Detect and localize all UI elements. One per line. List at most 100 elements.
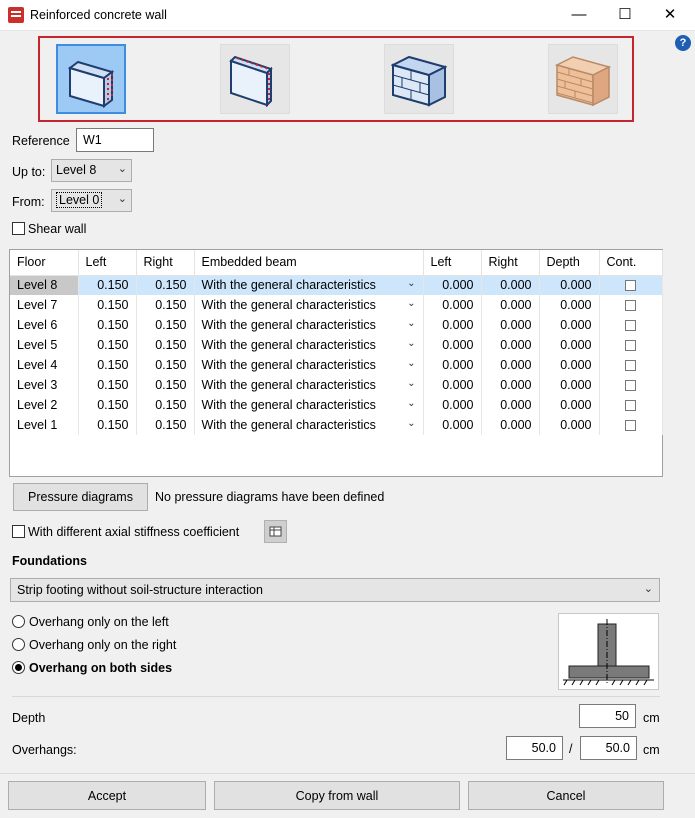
table-row[interactable]: Level 7 0.150 0.150 With the general charac… bbox=[10, 295, 663, 315]
chevron-down-icon[interactable]: ⌄ bbox=[407, 378, 415, 389]
right-thickness-cell[interactable]: 0.150 bbox=[136, 355, 195, 375]
depth-cell[interactable]: 0.000 bbox=[539, 415, 600, 435]
beam-right-cell[interactable]: 0.000 bbox=[481, 295, 540, 315]
beam-right-cell[interactable]: 0.000 bbox=[481, 275, 540, 295]
left-thickness-cell[interactable]: 0.150 bbox=[78, 315, 137, 335]
overhang-right-radio[interactable] bbox=[12, 638, 25, 651]
chevron-down-icon[interactable]: ⌄ bbox=[407, 278, 415, 289]
minimize-button[interactable]: — bbox=[564, 4, 594, 26]
depth-cell[interactable]: 0.000 bbox=[539, 355, 600, 375]
table-row[interactable]: Level 5 0.150 0.150 With the general charac… bbox=[10, 335, 663, 355]
floor-cell[interactable]: Level 4 bbox=[10, 355, 79, 375]
right-thickness-cell[interactable]: 0.150 bbox=[136, 295, 195, 315]
embedded-beam-cell[interactable]: With the general characteristics ⌄ bbox=[194, 415, 424, 435]
close-button[interactable]: ✕ bbox=[655, 4, 685, 26]
beam-left-cell[interactable]: 0.000 bbox=[423, 355, 482, 375]
foundation-type-select[interactable]: Strip footing without soil-structure int… bbox=[10, 578, 660, 602]
axial-stiffness-checkbox[interactable] bbox=[12, 525, 25, 538]
beam-left-cell[interactable]: 0.000 bbox=[423, 275, 482, 295]
accept-button[interactable]: Accept bbox=[8, 781, 206, 810]
copy-from-wall-button[interactable]: Copy from wall bbox=[214, 781, 460, 810]
chevron-down-icon[interactable]: ⌄ bbox=[407, 338, 415, 349]
overhang-left-input[interactable]: 50.0 bbox=[506, 736, 563, 760]
axial-stiffness-edit-button[interactable] bbox=[264, 520, 287, 543]
embedded-beam-cell[interactable]: With the general characteristics ⌄ bbox=[194, 395, 424, 415]
from-select[interactable]: Level 0 ⌄ bbox=[51, 189, 132, 212]
floor-cell[interactable]: Level 3 bbox=[10, 375, 79, 395]
cont-checkbox[interactable] bbox=[625, 400, 636, 412]
cont-checkbox[interactable] bbox=[625, 420, 636, 432]
floor-cell[interactable]: Level 5 bbox=[10, 335, 79, 355]
cont-checkbox[interactable] bbox=[625, 360, 636, 372]
table-row[interactable]: Level 1 0.150 0.150 With the general charac… bbox=[10, 415, 663, 435]
table-row[interactable]: Level 2 0.150 0.150 With the general charac… bbox=[10, 395, 663, 415]
floor-cell[interactable]: Level 8 bbox=[10, 275, 79, 295]
maximize-button[interactable]: ☐ bbox=[610, 4, 640, 26]
table-row[interactable]: Level 8 0.150 0.150 With the general charac… bbox=[10, 275, 663, 295]
up-to-select[interactable]: Level 8 ⌄ bbox=[51, 159, 132, 182]
beam-right-cell[interactable]: 0.000 bbox=[481, 375, 540, 395]
left-thickness-cell[interactable]: 0.150 bbox=[78, 415, 137, 435]
cont-checkbox[interactable] bbox=[625, 380, 636, 392]
cont-checkbox[interactable] bbox=[625, 300, 636, 312]
table-row[interactable]: Level 6 0.150 0.150 With the general charac… bbox=[10, 315, 663, 335]
embedded-beam-cell[interactable]: With the general characteristics ⌄ bbox=[194, 275, 424, 295]
right-thickness-cell[interactable]: 0.150 bbox=[136, 275, 195, 295]
brick-masonry-wall-type-button[interactable] bbox=[548, 44, 618, 114]
beam-right-cell[interactable]: 0.000 bbox=[481, 395, 540, 415]
right-thickness-cell[interactable]: 0.150 bbox=[136, 415, 195, 435]
chevron-down-icon[interactable]: ⌄ bbox=[407, 418, 415, 429]
right-thickness-cell[interactable]: 0.150 bbox=[136, 395, 195, 415]
right-thickness-cell[interactable]: 0.150 bbox=[136, 375, 195, 395]
floor-cell[interactable]: Level 7 bbox=[10, 295, 79, 315]
depth-cell[interactable]: 0.000 bbox=[539, 315, 600, 335]
overhang-both-radio[interactable] bbox=[12, 661, 25, 674]
beam-right-cell[interactable]: 0.000 bbox=[481, 415, 540, 435]
beam-left-cell[interactable]: 0.000 bbox=[423, 415, 482, 435]
depth-cell[interactable]: 0.000 bbox=[539, 275, 600, 295]
table-row[interactable]: Level 4 0.150 0.150 With the general charac… bbox=[10, 355, 663, 375]
column-header[interactable]: Depth bbox=[539, 250, 600, 276]
column-header[interactable]: Floor bbox=[10, 250, 79, 276]
depth-cell[interactable]: 0.000 bbox=[539, 335, 600, 355]
left-thickness-cell[interactable]: 0.150 bbox=[78, 275, 137, 295]
cont-checkbox[interactable] bbox=[625, 320, 636, 332]
column-header[interactable]: Embedded beam bbox=[194, 250, 424, 276]
pressure-diagrams-button[interactable]: Pressure diagrams bbox=[13, 483, 148, 511]
beam-right-cell[interactable]: 0.000 bbox=[481, 355, 540, 375]
right-thickness-cell[interactable]: 0.150 bbox=[136, 315, 195, 335]
beam-left-cell[interactable]: 0.000 bbox=[423, 295, 482, 315]
beam-left-cell[interactable]: 0.000 bbox=[423, 315, 482, 335]
chevron-down-icon[interactable]: ⌄ bbox=[407, 358, 415, 369]
beam-right-cell[interactable]: 0.000 bbox=[481, 335, 540, 355]
column-header[interactable]: Left bbox=[78, 250, 137, 276]
reference-input[interactable]: W1 bbox=[76, 128, 154, 152]
reinforced-concrete-wall-type-button[interactable] bbox=[56, 44, 126, 114]
depth-cell[interactable]: 0.000 bbox=[539, 295, 600, 315]
column-header[interactable]: Right bbox=[136, 250, 195, 276]
shear-wall-checkbox[interactable] bbox=[12, 222, 25, 235]
cont-checkbox[interactable] bbox=[625, 280, 636, 292]
floor-cell[interactable]: Level 2 bbox=[10, 395, 79, 415]
beam-left-cell[interactable]: 0.000 bbox=[423, 395, 482, 415]
chevron-down-icon[interactable]: ⌄ bbox=[407, 298, 415, 309]
chevron-down-icon[interactable]: ⌄ bbox=[407, 398, 415, 409]
beam-left-cell[interactable]: 0.000 bbox=[423, 335, 482, 355]
column-header[interactable]: Cont. bbox=[599, 250, 663, 276]
embedded-beam-cell[interactable]: With the general characteristics ⌄ bbox=[194, 375, 424, 395]
left-thickness-cell[interactable]: 0.150 bbox=[78, 335, 137, 355]
cont-checkbox[interactable] bbox=[625, 340, 636, 352]
floor-cell[interactable]: Level 6 bbox=[10, 315, 79, 335]
overhang-left-radio[interactable] bbox=[12, 615, 25, 628]
left-thickness-cell[interactable]: 0.150 bbox=[78, 355, 137, 375]
block-masonry-wall-type-button[interactable] bbox=[384, 44, 454, 114]
depth-input[interactable]: 50 bbox=[579, 704, 636, 728]
left-thickness-cell[interactable]: 0.150 bbox=[78, 375, 137, 395]
help-icon[interactable]: ? bbox=[675, 35, 691, 51]
floor-cell[interactable]: Level 1 bbox=[10, 415, 79, 435]
column-header[interactable]: Left bbox=[423, 250, 482, 276]
chevron-down-icon[interactable]: ⌄ bbox=[407, 318, 415, 329]
cancel-button[interactable]: Cancel bbox=[468, 781, 664, 810]
depth-cell[interactable]: 0.000 bbox=[539, 395, 600, 415]
beam-right-cell[interactable]: 0.000 bbox=[481, 315, 540, 335]
